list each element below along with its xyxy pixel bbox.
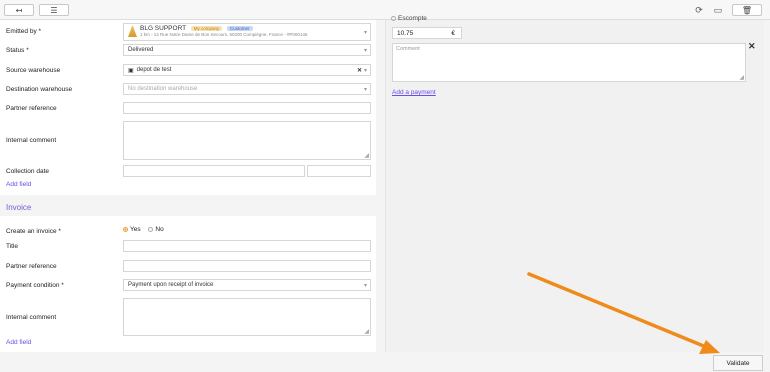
validate-button[interactable]: Validate	[713, 355, 763, 371]
annotation-arrow	[527, 272, 720, 354]
arrow-shaft	[527, 272, 708, 349]
